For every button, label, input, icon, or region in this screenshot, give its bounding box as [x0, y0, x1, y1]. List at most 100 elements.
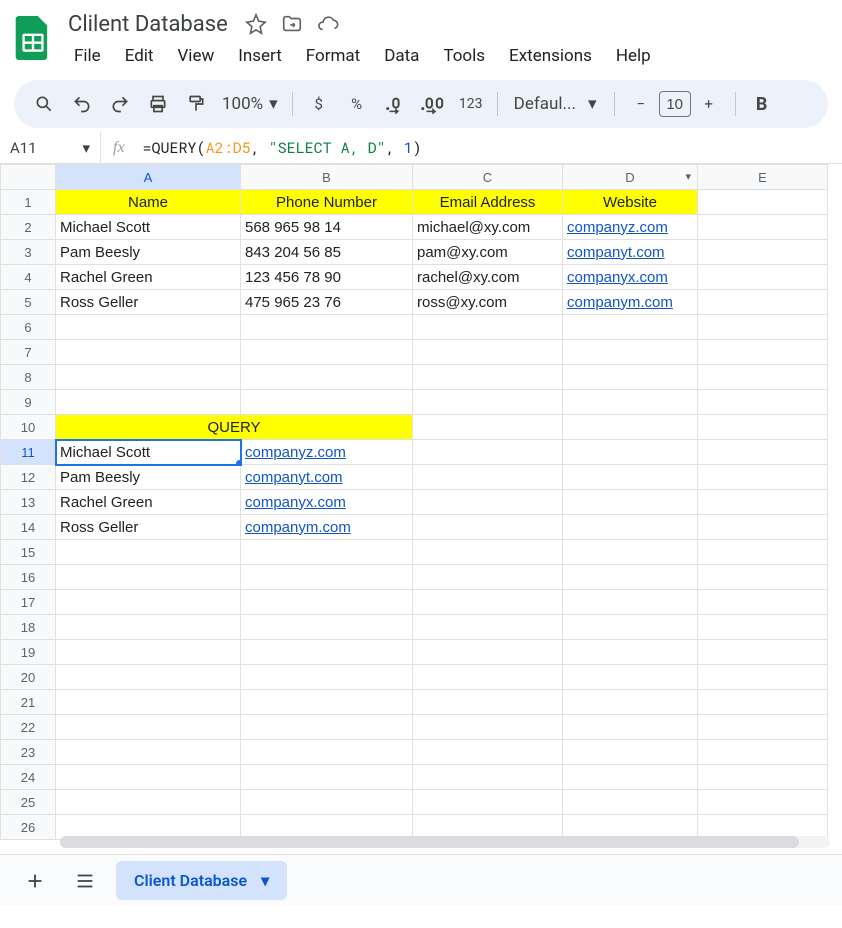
cell[interactable]	[413, 415, 563, 440]
decrease-font-size-button[interactable]: −	[623, 86, 659, 122]
cell[interactable]	[413, 515, 563, 540]
cell[interactable]	[563, 440, 698, 465]
row-header[interactable]: 23	[1, 740, 56, 765]
menu-help[interactable]: Help	[606, 42, 661, 70]
cell[interactable]: pam@xy.com	[413, 240, 563, 265]
cell[interactable]	[698, 515, 828, 540]
cell[interactable]	[56, 640, 241, 665]
cell[interactable]	[413, 765, 563, 790]
cell[interactable]: michael@xy.com	[413, 215, 563, 240]
cell[interactable]: Rachel Green	[56, 265, 241, 290]
cell[interactable]	[698, 590, 828, 615]
menu-file[interactable]: File	[64, 42, 111, 70]
cell[interactable]: Ross Geller	[56, 515, 241, 540]
row-header[interactable]: 3	[1, 240, 56, 265]
cell[interactable]	[698, 415, 828, 440]
website-link[interactable]: companym.com	[245, 519, 351, 536]
undo-icon[interactable]	[64, 86, 100, 122]
cell[interactable]	[698, 215, 828, 240]
cell[interactable]	[563, 390, 698, 415]
cell[interactable]: companyt.com	[563, 240, 698, 265]
cell[interactable]	[698, 290, 828, 315]
cell[interactable]	[56, 615, 241, 640]
cell[interactable]	[698, 315, 828, 340]
row-header[interactable]: 7	[1, 340, 56, 365]
cell[interactable]	[413, 390, 563, 415]
cell[interactable]	[56, 590, 241, 615]
cloud-status-icon[interactable]	[316, 12, 340, 36]
row-header[interactable]: 2	[1, 215, 56, 240]
cell[interactable]	[241, 365, 413, 390]
cell[interactable]	[563, 615, 698, 640]
cell[interactable]	[698, 765, 828, 790]
zoom-selector[interactable]: 100% ▾	[216, 94, 284, 114]
menu-data[interactable]: Data	[374, 42, 429, 70]
cell[interactable]: ross@xy.com	[413, 290, 563, 315]
cell[interactable]	[241, 740, 413, 765]
column-header-D[interactable]: D	[563, 165, 698, 190]
row-header[interactable]: 25	[1, 790, 56, 815]
row-header[interactable]: 21	[1, 690, 56, 715]
cell[interactable]	[413, 790, 563, 815]
row-header[interactable]: 9	[1, 390, 56, 415]
increase-decimal-icon[interactable]	[415, 86, 451, 122]
cell[interactable]	[56, 315, 241, 340]
cell[interactable]: companym.com	[241, 515, 413, 540]
cell[interactable]: companyz.com	[241, 440, 413, 465]
cell[interactable]	[241, 715, 413, 740]
cell[interactable]: companym.com	[563, 290, 698, 315]
cell[interactable]	[56, 365, 241, 390]
more-formats-button[interactable]: 123	[453, 86, 489, 122]
row-header[interactable]: 8	[1, 365, 56, 390]
cell[interactable]	[698, 540, 828, 565]
row-header[interactable]: 12	[1, 465, 56, 490]
bold-button[interactable]: B	[744, 86, 780, 122]
cell[interactable]	[241, 790, 413, 815]
select-all-corner[interactable]	[1, 165, 56, 190]
cell[interactable]	[698, 390, 828, 415]
cell[interactable]	[413, 490, 563, 515]
paint-format-icon[interactable]	[178, 86, 214, 122]
font-family-selector[interactable]: Defaul... ▾	[506, 94, 606, 114]
cell[interactable]	[241, 690, 413, 715]
menu-insert[interactable]: Insert	[228, 42, 292, 70]
cell[interactable]	[563, 690, 698, 715]
website-link[interactable]: companyx.com	[245, 494, 346, 511]
cell[interactable]	[413, 340, 563, 365]
cell[interactable]	[698, 265, 828, 290]
sheets-logo[interactable]	[8, 8, 58, 68]
cell[interactable]: Michael Scott	[56, 440, 241, 465]
cell[interactable]	[413, 465, 563, 490]
name-box[interactable]: A11 ▾	[0, 139, 100, 157]
row-header[interactable]: 6	[1, 315, 56, 340]
scrollbar-thumb[interactable]	[60, 836, 799, 848]
cell[interactable]	[698, 365, 828, 390]
redo-icon[interactable]	[102, 86, 138, 122]
row-header[interactable]: 14	[1, 515, 56, 540]
document-title[interactable]: Clilent Database	[64, 10, 232, 39]
cell[interactable]	[563, 590, 698, 615]
all-sheets-button[interactable]	[66, 862, 104, 900]
website-link[interactable]: companym.com	[567, 294, 673, 311]
menu-edit[interactable]: Edit	[115, 42, 164, 70]
cell[interactable]	[413, 690, 563, 715]
cell[interactable]	[563, 365, 698, 390]
cell[interactable]	[563, 415, 698, 440]
website-link[interactable]: companyz.com	[567, 219, 668, 236]
cell[interactable]	[698, 640, 828, 665]
menu-extensions[interactable]: Extensions	[499, 42, 602, 70]
column-header-A[interactable]: A	[56, 165, 241, 190]
cell[interactable]	[698, 740, 828, 765]
cell[interactable]: companyx.com	[241, 490, 413, 515]
cell[interactable]	[563, 640, 698, 665]
cell[interactable]: Pam Beesly	[56, 240, 241, 265]
cell[interactable]	[698, 340, 828, 365]
row-header[interactable]: 10	[1, 415, 56, 440]
cell[interactable]	[56, 565, 241, 590]
cell[interactable]	[56, 540, 241, 565]
cell[interactable]	[413, 715, 563, 740]
cell[interactable]	[56, 715, 241, 740]
cell[interactable]	[563, 340, 698, 365]
add-sheet-button[interactable]	[16, 862, 54, 900]
row-header[interactable]: 5	[1, 290, 56, 315]
